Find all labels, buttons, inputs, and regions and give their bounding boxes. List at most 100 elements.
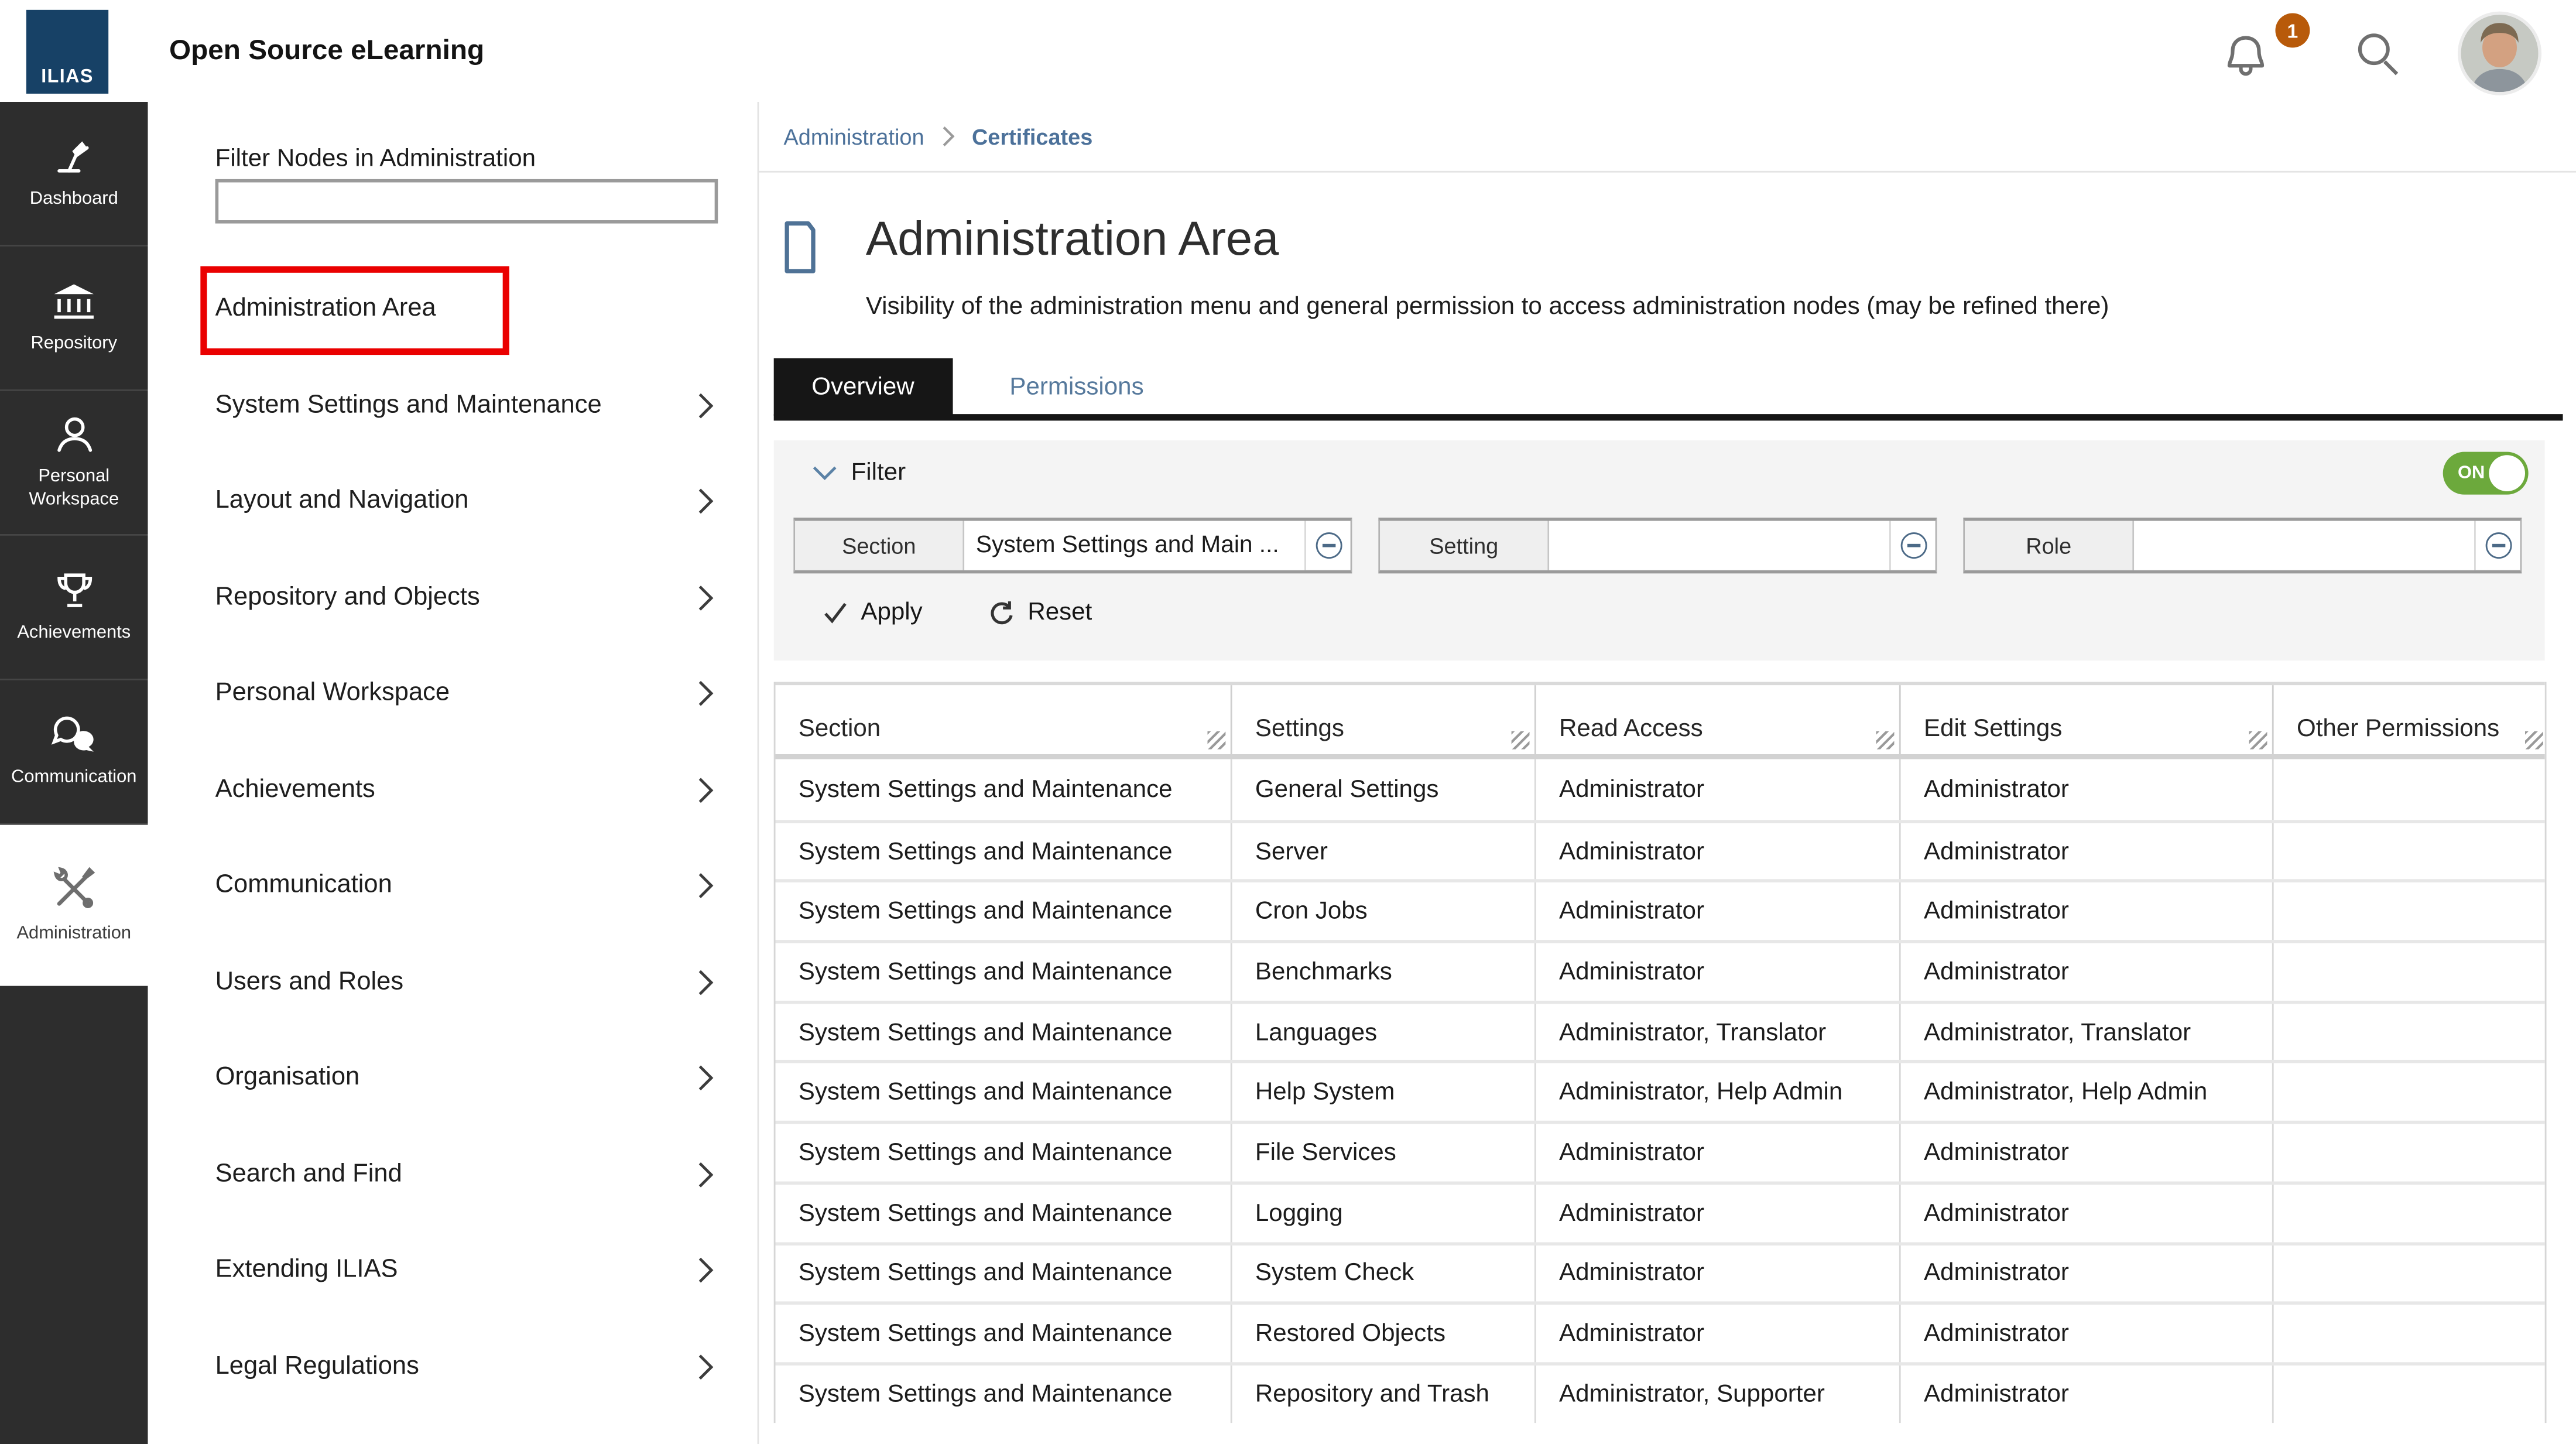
tab-bar: Overview Permissions — [774, 358, 1181, 416]
notification-badge: 1 — [2275, 13, 2310, 47]
tree-item-label: System Settings and Maintenance — [215, 391, 602, 420]
tree-item[interactable]: Extending ILIAS — [215, 1223, 718, 1319]
main-sidebar: Dashboard Repository Personal Workspace — [0, 102, 148, 1444]
tree-item[interactable]: Personal Workspace — [215, 646, 718, 742]
remove-role-filter-button[interactable] — [2474, 521, 2520, 570]
avatar[interactable] — [2458, 12, 2541, 95]
chevron-right-icon — [697, 967, 715, 997]
notifications-button[interactable]: 1 — [2221, 26, 2313, 85]
setting-filter-input[interactable] — [1549, 521, 1889, 570]
reset-button[interactable]: Reset — [988, 598, 1092, 626]
sidebar-item-dashboard[interactable]: Dashboard — [0, 102, 148, 247]
table-header-row: Section Settings Read Access Edit Settin… — [775, 682, 2544, 759]
table-cell: Server — [1231, 823, 1534, 880]
search-button[interactable] — [2352, 30, 2402, 79]
tab-overview[interactable]: Overview — [774, 358, 953, 416]
apply-label: Apply — [861, 598, 922, 626]
sidebar-item-administration[interactable]: Administration — [0, 825, 148, 986]
table-cell: System Settings and Maintenance — [775, 823, 1230, 880]
column-resize-handle[interactable] — [1876, 731, 1895, 750]
avatar-image — [2461, 15, 2539, 92]
tree-filter-label: Filter Nodes in Administration — [215, 145, 536, 173]
tree-item-label: Extending ILIAS — [215, 1256, 398, 1286]
tree-item[interactable]: Search and Find — [215, 1127, 718, 1223]
tree-item[interactable]: Layout and Navigation — [215, 453, 718, 549]
table-header-cell[interactable]: Edit Settings — [1899, 685, 2272, 754]
column-resize-handle[interactable] — [2249, 731, 2267, 750]
minus-circle-icon — [1315, 532, 1341, 559]
column-resize-handle[interactable] — [1207, 731, 1225, 750]
section-filter-input[interactable] — [964, 521, 1304, 570]
tree-item[interactable]: Organisation — [215, 1030, 718, 1126]
column-resize-handle[interactable] — [2525, 731, 2543, 750]
table-header-cell[interactable]: Section — [775, 685, 1230, 754]
table-cell: Administrator — [1534, 1245, 1899, 1302]
filter-on-toggle[interactable]: ON — [2443, 452, 2529, 495]
table-header-cell[interactable]: Read Access — [1534, 685, 1899, 754]
table-body: System Settings and Maintenance General … — [775, 759, 2544, 1422]
tree-item-label: Users and Roles — [215, 967, 404, 997]
table-cell: System Check — [1231, 1245, 1534, 1302]
chevron-right-icon — [697, 775, 715, 805]
table-cell: Logging — [1231, 1185, 1534, 1241]
filter-collapse-toggle[interactable]: Filter — [811, 458, 906, 487]
breadcrumb-chevron-icon — [941, 125, 955, 148]
table-cell: Administrator — [1534, 823, 1899, 880]
ilias-logo[interactable]: ILIAS — [26, 10, 108, 94]
person-icon — [52, 413, 96, 457]
tree-item[interactable]: Administration Area — [215, 261, 718, 357]
filter-actions: Apply Reset — [823, 598, 1092, 626]
tree-item[interactable]: Users and Roles — [215, 934, 718, 1030]
chat-bubbles-icon — [49, 713, 98, 758]
reset-label: Reset — [1027, 598, 1092, 626]
role-filter-input[interactable] — [2134, 521, 2474, 570]
search-icon — [2352, 30, 2402, 79]
tree-item-label: Legal Regulations — [215, 1352, 419, 1382]
lamp-icon — [52, 135, 96, 179]
app-title: Open Source eLearning — [169, 0, 484, 102]
filter-field-label: Role — [1965, 521, 2134, 570]
sidebar-item-label: Administration — [12, 923, 136, 946]
table-cell: Administrator — [1899, 1124, 2272, 1181]
sidebar-item-repository[interactable]: Repository — [0, 247, 148, 391]
filter-fields: Section Setting Role — [793, 518, 2522, 573]
filter-panel: Filter ON Section Setting — [774, 440, 2545, 661]
sidebar-item-communication[interactable]: Communication — [0, 680, 148, 825]
tree-filter-input[interactable] — [215, 179, 718, 224]
table-header-cell[interactable]: Other Permissions — [2272, 685, 2548, 754]
table-cell: Administrator — [1534, 1185, 1899, 1241]
tools-icon — [49, 864, 98, 913]
tree-item[interactable]: Achievements — [215, 742, 718, 838]
table-row: System Settings and Maintenance General … — [775, 759, 2544, 819]
breadcrumb-administration[interactable]: Administration — [784, 124, 924, 149]
table-row: System Settings and Maintenance Server A… — [775, 819, 2544, 880]
column-resize-handle[interactable] — [1512, 731, 1530, 750]
table-cell — [2272, 1305, 2548, 1362]
tab-permissions[interactable]: Permissions — [972, 358, 1181, 416]
remove-section-filter-button[interactable] — [1304, 521, 1351, 570]
table-cell — [2272, 1124, 2548, 1181]
tree-item[interactable]: System Settings and Maintenance — [215, 357, 718, 453]
table-cell: System Settings and Maintenance — [775, 1064, 1230, 1121]
table-row: System Settings and Maintenance Cron Job… — [775, 880, 2544, 940]
table-header-cell[interactable]: Settings — [1231, 685, 1534, 754]
sidebar-item-label: Personal Workspace — [0, 467, 148, 512]
filter-title: Filter — [851, 458, 906, 487]
tree-item-label: Achievements — [215, 775, 375, 805]
tree-item[interactable]: Communication — [215, 838, 718, 934]
chevron-right-icon — [697, 871, 715, 901]
check-icon — [823, 601, 848, 624]
remove-setting-filter-button[interactable] — [1889, 521, 1936, 570]
breadcrumb-certificates[interactable]: Certificates — [972, 124, 1092, 149]
tree-item[interactable]: Legal Regulations — [215, 1319, 718, 1415]
sidebar-item-personal-workspace[interactable]: Personal Workspace — [0, 391, 148, 536]
sidebar-item-achievements[interactable]: Achievements — [0, 536, 148, 680]
apply-button[interactable]: Apply — [823, 598, 923, 626]
table-cell: Administrator, Help Admin — [1534, 1064, 1899, 1121]
tree-item[interactable]: Repository and Objects — [215, 550, 718, 646]
filter-field-role: Role — [1963, 518, 2522, 573]
top-header: ILIAS Open Source eLearning 1 — [0, 0, 2576, 102]
table-cell — [2272, 823, 2548, 880]
table-cell: System Settings and Maintenance — [775, 943, 1230, 1000]
filter-field-section: Section — [793, 518, 1352, 573]
